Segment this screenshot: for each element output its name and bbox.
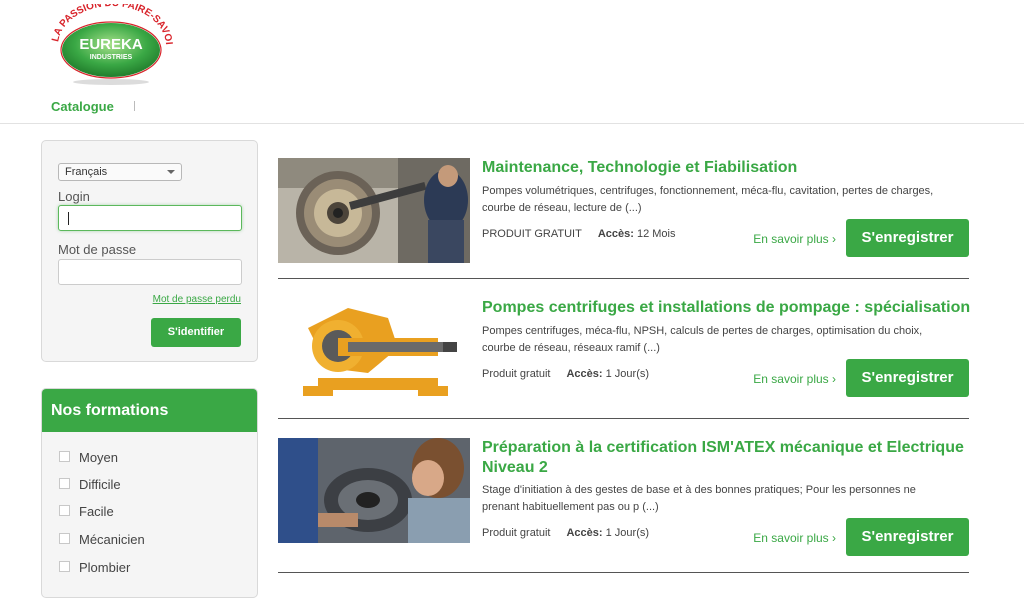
- checkbox[interactable]: [59, 561, 70, 572]
- formations-panel: Nos formations Moyen Difficile Facile Mé…: [41, 388, 258, 598]
- product-description: Stage d'initiation à des gestes de base …: [482, 484, 916, 513]
- password-input[interactable]: [58, 259, 242, 285]
- learn-more-link[interactable]: En savoir plus ›: [753, 232, 836, 246]
- login-panel: Français Login Mot de passe Mot de passe…: [41, 140, 258, 362]
- product-card: Maintenance, Technologie et Fiabilisatio…: [278, 158, 969, 268]
- product-title[interactable]: Pompes centrifuges et installations de p…: [482, 298, 972, 318]
- login-label: Login: [58, 189, 90, 204]
- product-access-label: Accès:: [566, 527, 603, 539]
- product-divider: [278, 572, 969, 573]
- login-button[interactable]: S'identifier: [151, 318, 241, 347]
- checkbox[interactable]: [59, 505, 70, 516]
- product-price: Produit gratuit: [482, 368, 551, 380]
- filter-label: Mécanicien: [79, 532, 145, 547]
- product-image[interactable]: [278, 438, 470, 543]
- product-meta: PRODUIT GRATUIT Accès: 12 Mois: [482, 228, 676, 240]
- product-title[interactable]: Préparation à la certification ISM'ATEX …: [482, 438, 972, 478]
- logo-brand: EUREKA: [79, 36, 143, 53]
- login-input[interactable]: [58, 205, 242, 231]
- password-label: Mot de passe: [58, 242, 137, 257]
- checkbox[interactable]: [59, 451, 70, 462]
- product-description: Pompes volumétriques, centrifuges, fonct…: [482, 185, 934, 214]
- chevron-down-icon: [167, 170, 175, 174]
- text-cursor: [68, 212, 69, 225]
- forgot-password-link[interactable]: Mot de passe perdu: [153, 294, 241, 305]
- site-header: LA PASSION DU FAIRE-SAVOIR EUREKA INDUST…: [0, 0, 1024, 124]
- product-divider: [278, 418, 969, 419]
- product-access-value: 12 Mois: [636, 228, 676, 240]
- product-meta: Produit gratuit Accès: 1 Jour(s): [482, 527, 649, 539]
- learn-more-link[interactable]: En savoir plus ›: [753, 372, 836, 386]
- product-access-label: Accès:: [566, 368, 603, 380]
- product-meta: Produit gratuit Accès: 1 Jour(s): [482, 368, 649, 380]
- filter-label: Difficile: [79, 477, 121, 492]
- product-image[interactable]: [278, 298, 470, 403]
- product-card: Pompes centrifuges et installations de p…: [278, 298, 972, 408]
- filter-label: Facile: [79, 504, 114, 519]
- product-price: PRODUIT GRATUIT: [482, 228, 582, 240]
- filter-label: Moyen: [79, 450, 119, 465]
- language-select-value: Français: [65, 166, 108, 178]
- nav-catalogue-link[interactable]: Catalogue: [51, 99, 114, 114]
- language-select[interactable]: Français: [58, 163, 182, 181]
- product-image[interactable]: [278, 158, 470, 263]
- product-divider: [278, 278, 969, 279]
- logo-subbrand: INDUSTRIES: [90, 54, 133, 61]
- product-card: Préparation à la certification ISM'ATEX …: [278, 438, 969, 568]
- eureka-industries-logo[interactable]: LA PASSION DU FAIRE-SAVOIR EUREKA INDUST…: [48, 4, 174, 88]
- register-button[interactable]: S'enregistrer: [846, 219, 969, 257]
- product-access-label: Accès:: [597, 228, 634, 240]
- product-description: Pompes centrifuges, méca-flu, NPSH, calc…: [482, 325, 923, 354]
- checkbox[interactable]: [59, 533, 70, 544]
- register-button[interactable]: S'enregistrer: [846, 359, 969, 397]
- checkbox[interactable]: [59, 478, 70, 489]
- register-button[interactable]: S'enregistrer: [846, 518, 969, 556]
- product-access-value: 1 Jour(s): [605, 527, 650, 539]
- formations-title: Nos formations: [42, 389, 257, 432]
- nav-separator: [134, 101, 135, 111]
- filter-label: Plombier: [79, 560, 131, 575]
- product-price: Produit gratuit: [482, 527, 551, 539]
- product-access-value: 1 Jour(s): [605, 368, 650, 380]
- learn-more-link[interactable]: En savoir plus ›: [753, 531, 836, 545]
- product-title[interactable]: Maintenance, Technologie et Fiabilisatio…: [482, 158, 972, 178]
